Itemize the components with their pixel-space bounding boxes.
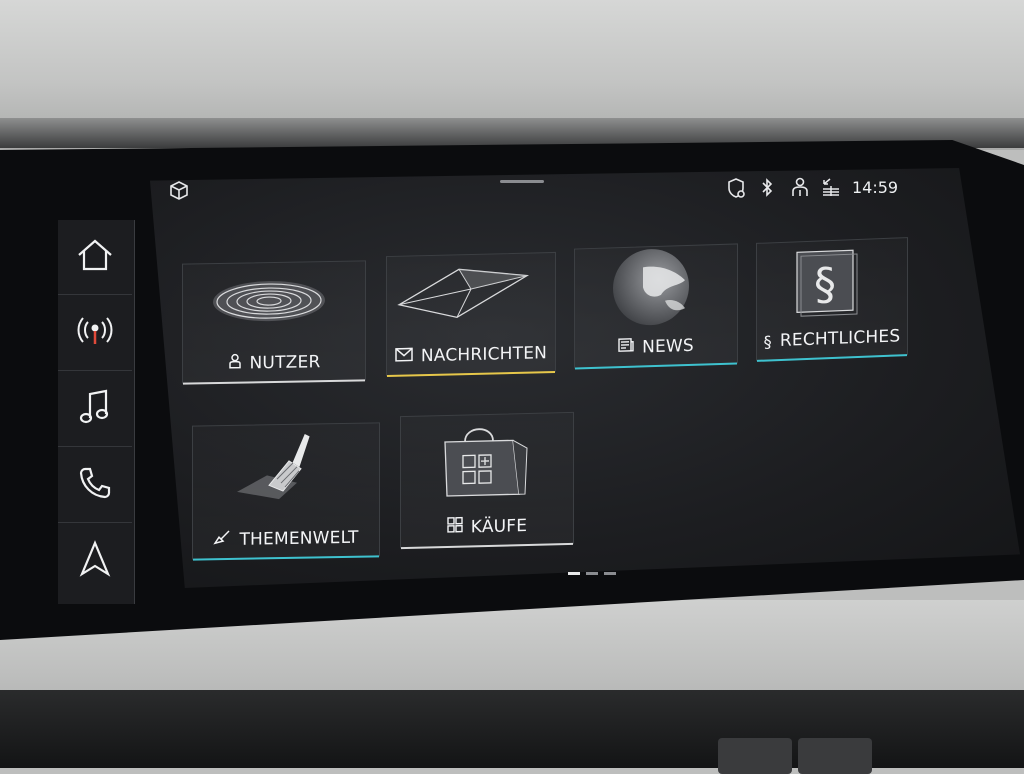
radio-icon bbox=[76, 314, 114, 352]
fingerprint-disc-icon bbox=[213, 281, 325, 322]
tile-rechtliches-label-row: § RECHTLICHES bbox=[757, 326, 907, 352]
shield-icon bbox=[726, 177, 746, 203]
tile-themenwelt-label-row: THEMENWELT bbox=[193, 526, 379, 550]
clock: 14:59 bbox=[852, 178, 899, 197]
sidebar-item-navigation[interactable] bbox=[58, 524, 132, 598]
tile-nutzer-label-row: NUTZER bbox=[183, 350, 365, 374]
tile-news-label-row: NEWS bbox=[575, 333, 737, 359]
sidebar bbox=[58, 220, 135, 604]
sidebar-item-home[interactable] bbox=[58, 220, 132, 295]
tile-nachrichten-label: NACHRICHTEN bbox=[420, 343, 548, 367]
status-bar: 14:59 bbox=[160, 172, 920, 202]
hardware-button-right[interactable] bbox=[798, 738, 872, 774]
tile-kaeufe[interactable]: KÄUFE bbox=[400, 411, 574, 550]
user-icon bbox=[790, 176, 810, 202]
user-icon bbox=[228, 353, 242, 374]
shopping-bag-icon bbox=[444, 428, 528, 497]
tile-themenwelt[interactable]: THEMENWELT bbox=[192, 422, 380, 561]
paragraph-card-icon: § bbox=[796, 249, 858, 317]
tile-nutzer[interactable]: NUTZER bbox=[182, 260, 366, 385]
page-dot[interactable] bbox=[568, 572, 580, 575]
paragraph-icon: § bbox=[763, 331, 772, 352]
tile-news[interactable]: NEWS bbox=[574, 243, 738, 370]
svg-text:§: § bbox=[814, 259, 836, 311]
tile-themenwelt-label: THEMENWELT bbox=[239, 527, 359, 550]
grid-plus-icon bbox=[447, 516, 463, 538]
sidebar-item-radio[interactable] bbox=[58, 296, 132, 371]
globe-icon bbox=[613, 249, 689, 326]
page-indicator bbox=[568, 572, 616, 575]
page-dot[interactable] bbox=[604, 572, 616, 575]
tile-kaeufe-label: KÄUFE bbox=[470, 515, 528, 537]
tile-nutzer-label: NUTZER bbox=[249, 351, 321, 373]
data-icon bbox=[820, 176, 842, 202]
tile-kaeufe-label-row: KÄUFE bbox=[401, 514, 573, 539]
tile-nachrichten[interactable]: NACHRICHTEN bbox=[386, 251, 556, 378]
mail-icon bbox=[395, 346, 413, 366]
tile-rechtliches[interactable]: § § RECHTLICHES bbox=[756, 237, 908, 362]
newspaper-icon bbox=[618, 337, 634, 359]
sidebar-item-phone[interactable] bbox=[58, 448, 132, 523]
bluetooth-icon bbox=[760, 177, 774, 203]
phone-icon bbox=[77, 465, 113, 505]
sidebar-item-media[interactable] bbox=[58, 372, 132, 447]
tile-rechtliches-label: RECHTLICHES bbox=[779, 326, 901, 352]
home-icon bbox=[76, 238, 114, 276]
cube-icon[interactable] bbox=[168, 180, 190, 206]
brush-icon bbox=[213, 529, 231, 550]
navigation-arrow-icon bbox=[78, 540, 112, 582]
paint-brush-3d-icon bbox=[237, 433, 310, 500]
envelope-3d-icon bbox=[397, 268, 530, 319]
pull-down-handle[interactable] bbox=[500, 180, 544, 183]
hardware-button-left[interactable] bbox=[718, 738, 792, 774]
music-note-icon bbox=[78, 388, 112, 430]
tile-news-label: NEWS bbox=[642, 335, 694, 357]
tile-nachrichten-label-row: NACHRICHTEN bbox=[387, 343, 555, 367]
page-dot[interactable] bbox=[586, 572, 598, 575]
